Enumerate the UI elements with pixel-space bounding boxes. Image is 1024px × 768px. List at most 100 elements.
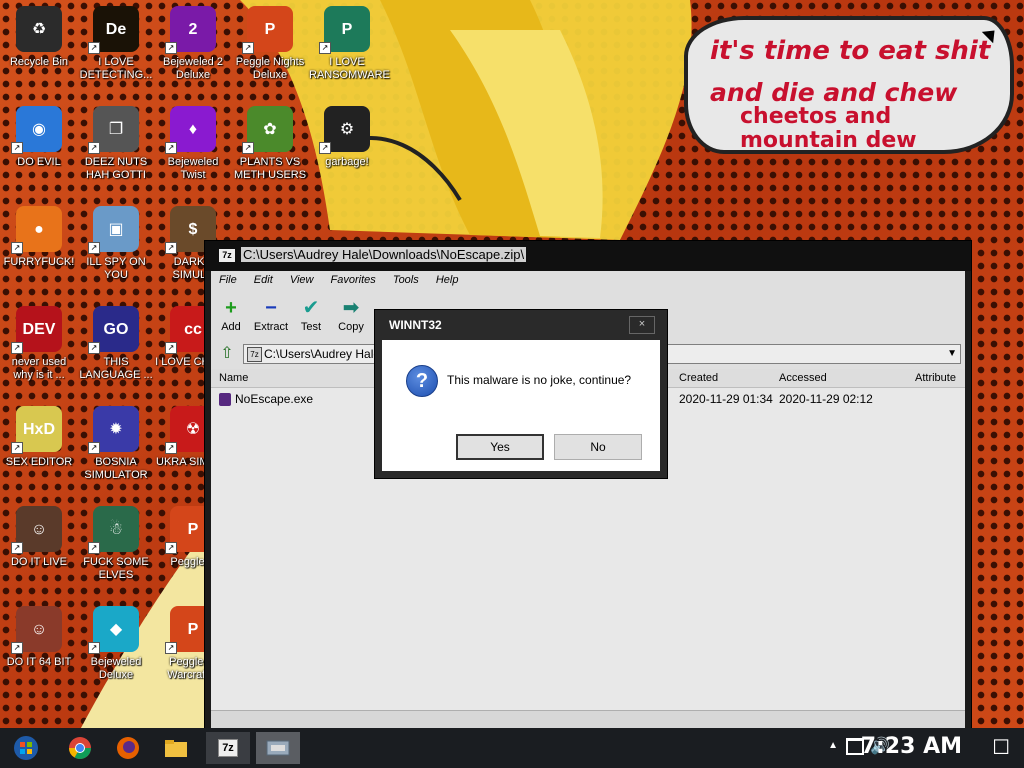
folder-icon [165, 740, 187, 757]
desktop-icon[interactable]: ▣ ILL SPY ON YOU ↗ [78, 206, 154, 282]
add-icon: + [225, 297, 237, 319]
desktop-icon[interactable]: ♻ Recycle Bin [1, 6, 77, 69]
exe-file-icon [219, 393, 231, 406]
taskbar: 7z ▲ 🔊 7:23 AM ☐ [0, 728, 1024, 768]
shortcut-arrow-icon: ↗ [242, 42, 254, 54]
chevron-down-icon[interactable]: ▼ [947, 345, 957, 363]
desktop-icon[interactable]: ✿ PLANTS VS METH USERS ↗ [232, 106, 308, 182]
shortcut-arrow-icon: ↗ [165, 442, 177, 454]
sevenzip-icon: 7z [219, 249, 235, 262]
add-label: Add [221, 321, 241, 333]
shortcut-arrow-icon: ↗ [88, 642, 100, 654]
shortcut-arrow-icon: ↗ [165, 42, 177, 54]
extract-icon: − [265, 297, 277, 319]
notification-icon[interactable]: ☐ [992, 735, 1010, 760]
desktop-icon[interactable]: ● FURRYFUCK! ↗ [1, 206, 77, 269]
sevenzip-taskbar-icon: 7z [218, 739, 238, 757]
shortcut-arrow-icon: ↗ [88, 142, 100, 154]
desktop-icon[interactable]: HxD SEX EDITOR ↗ [1, 406, 77, 469]
desktop-icon[interactable]: ⚙ garbage! ↗ [309, 106, 385, 169]
explorer-taskbar-button[interactable] [154, 732, 198, 764]
bubble-line-1: it's time to eat shit [710, 36, 991, 66]
setup-taskbar-button[interactable] [256, 732, 300, 764]
column-name[interactable]: Name [219, 372, 248, 384]
shortcut-arrow-icon: ↗ [88, 342, 100, 354]
desktop-icon-label: DEEZ NUTS HAH GOTTI [84, 156, 148, 181]
desktop-icon-label: BOSNIA SIMULATOR [84, 456, 148, 481]
firefox-icon [117, 737, 139, 759]
menu-edit[interactable]: Edit [246, 271, 279, 286]
chrome-taskbar-button[interactable] [58, 732, 102, 764]
desktop-icon-label: PLANTS VS METH USERS [233, 156, 307, 181]
clock[interactable]: 7:23 AM [861, 734, 962, 759]
add-button[interactable]: + Add [211, 297, 251, 333]
shortcut-arrow-icon: ↗ [165, 242, 177, 254]
desktop-icon[interactable]: ☺ DO IT LIVE ↗ [1, 506, 77, 569]
menu-file[interactable]: File [211, 271, 243, 286]
firefox-taskbar-button[interactable] [106, 732, 150, 764]
copy-button[interactable]: ➡ Copy [331, 297, 371, 333]
desktop-icon-label: Peggle Nights Deluxe [235, 56, 305, 81]
desktop-icon[interactable]: ☺ DO IT 64 BIT ↗ [1, 606, 77, 669]
menu-favorites[interactable]: Favorites [323, 271, 382, 286]
close-button[interactable]: × [629, 316, 655, 334]
desktop-icon-label: Bejeweled Deluxe [90, 656, 142, 681]
desktop-icon[interactable]: 2 Bejeweled 2 Deluxe ↗ [155, 6, 231, 82]
desktop-icon[interactable]: PI LOVE RANSOMWARE ↗ [309, 6, 390, 82]
shortcut-arrow-icon: ↗ [319, 42, 331, 54]
column-accessed[interactable]: Accessed [779, 372, 827, 384]
desktop-icon[interactable]: ✹ BOSNIA SIMULATOR ↗ [78, 406, 154, 482]
menu-tools[interactable]: Tools [385, 271, 425, 286]
sevenzip-titlebar[interactable]: 7z C:\Users\Audrey Hale\Downloads\NoEsca… [205, 241, 971, 271]
shortcut-arrow-icon: ↗ [88, 542, 100, 554]
desktop-icon[interactable]: ◉ DO EVIL ↗ [1, 106, 77, 169]
up-folder-icon[interactable]: ⇧ [217, 345, 237, 363]
test-button[interactable]: ✔ Test [291, 297, 331, 333]
copy-label: Copy [338, 321, 364, 333]
menu-bar: File Edit View Favorites Tools Help [211, 271, 965, 291]
extract-label: Extract [253, 321, 289, 333]
desktop-icon-label: Bejeweled Twist [167, 156, 219, 181]
yes-button[interactable]: Yes [456, 434, 544, 460]
file-name: NoEscape.exe [235, 392, 314, 406]
desktop-icon[interactable]: ♦ Bejeweled Twist ↗ [155, 106, 231, 182]
desktop-icon-label: I LOVE RANSOMWARE [309, 56, 390, 81]
desktop-icon[interactable]: De I LOVE DETECTING... ↗ [78, 6, 154, 82]
desktop-icon[interactable]: DEV never used why is it ... ↗ [1, 306, 77, 382]
desktop-icon-label: DO EVIL [17, 156, 61, 168]
desktop-icon[interactable]: GO THIS LANGUAGE ... ↗ [78, 306, 154, 382]
desktop-icon-label: Bejeweled 2 Deluxe [163, 56, 223, 81]
shortcut-arrow-icon: ↗ [319, 142, 331, 154]
bubble-line-4: mountain dew [740, 128, 917, 153]
desktop-icon[interactable]: P Peggle Nights Deluxe ↗ [232, 6, 308, 82]
shortcut-arrow-icon: ↗ [88, 442, 100, 454]
copy-icon: ➡ [342, 297, 360, 319]
extract-button[interactable]: − Extract [251, 297, 291, 333]
speech-bubble: it's time to eat shit and die and chew c… [684, 16, 1014, 154]
desktop-icon-label: SEX EDITOR [5, 456, 73, 468]
desktop-icon-label: garbage! [325, 156, 369, 168]
bubble-line-2: and die and chew [710, 78, 958, 107]
desktop-icon[interactable]: ❐ DEEZ NUTS HAH GOTTI ↗ [78, 106, 154, 182]
desktop-icon-label: FUCK SOME ELVES [83, 556, 149, 581]
desktop-icon-label: Recycle Bin [9, 56, 69, 68]
shortcut-arrow-icon: ↗ [11, 442, 23, 454]
menu-view[interactable]: View [282, 271, 320, 286]
desktop-icon[interactable]: ☃ FUCK SOME ELVES ↗ [78, 506, 154, 582]
sevenzip-taskbar-button[interactable]: 7z [206, 732, 250, 764]
column-attributes[interactable]: Attribute [915, 372, 956, 384]
file-created: 2020-11-29 01:34 [679, 392, 773, 406]
shortcut-arrow-icon: ↗ [11, 342, 23, 354]
confirm-dialog[interactable]: WINNT32 × ? This malware is no joke, con… [374, 309, 668, 479]
file-accessed: 2020-11-29 02:12 [779, 392, 873, 406]
desktop-icon[interactable]: ◆ Bejeweled Deluxe ↗ [78, 606, 154, 682]
no-button[interactable]: No [554, 434, 642, 460]
start-button[interactable] [4, 732, 48, 764]
shortcut-arrow-icon: ↗ [11, 642, 23, 654]
column-created[interactable]: Created [679, 372, 718, 384]
tray-overflow-icon[interactable]: ▲ [828, 740, 838, 751]
menu-help[interactable]: Help [428, 271, 465, 286]
test-label: Test [300, 321, 322, 333]
dialog-title: WINNT32 [389, 318, 442, 332]
bubble-line-3: cheetos and [740, 104, 892, 129]
